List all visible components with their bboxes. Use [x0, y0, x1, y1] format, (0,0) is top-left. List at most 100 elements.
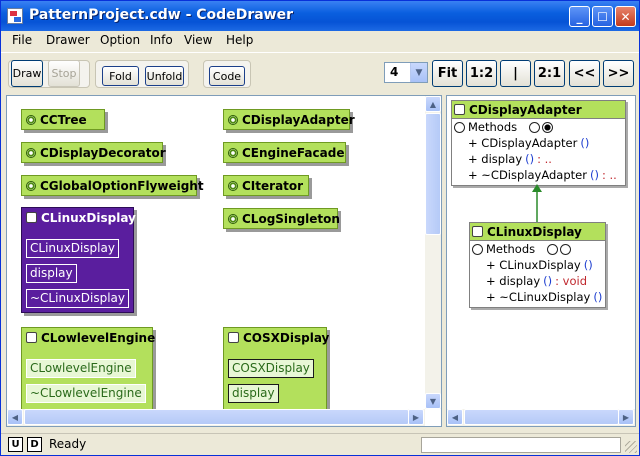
class-node[interactable]: CEngineFacade — [223, 142, 346, 163]
draw-button[interactable]: Draw — [11, 60, 43, 87]
method-params: () — [580, 136, 590, 150]
stop-button[interactable]: Stop — [48, 60, 80, 87]
next-button[interactable]: >> — [603, 60, 634, 87]
fit-button[interactable]: Fit — [432, 60, 463, 87]
maximize-button[interactable]: ☐ — [592, 6, 613, 27]
method-params: () — [593, 290, 603, 304]
window-title: PatternProject.cdw - CodeDrawer — [29, 7, 293, 23]
class-node[interactable]: CDisplayAdapter — [223, 109, 355, 130]
member-item[interactable]: CLowlevelEngine — [26, 359, 136, 378]
u-toggle[interactable]: U — [8, 437, 23, 452]
scroll-down-icon[interactable]: ▼ — [425, 393, 441, 409]
expand-icon[interactable] — [228, 332, 239, 343]
menu-file[interactable]: File — [12, 33, 32, 47]
zoom-select[interactable]: 4 ▼ — [384, 62, 428, 83]
expand-icon[interactable] — [26, 332, 37, 343]
method-name: + CLinuxDisplay — [486, 258, 581, 272]
toggle-icon[interactable] — [560, 243, 572, 255]
method-row[interactable]: + display(): void — [470, 273, 605, 289]
class-node[interactable]: CGlobalOptionFlyweight — [21, 175, 204, 196]
member-item[interactable]: display — [26, 264, 77, 283]
method-row[interactable]: + ~CLinuxDisplay() — [470, 289, 605, 305]
unfold-button[interactable]: Unfold — [145, 66, 184, 86]
resize-grip-icon[interactable] — [625, 441, 637, 453]
title-bar[interactable]: PatternProject.cdw - CodeDrawer _ ☐ ✕ — [1, 1, 639, 31]
menu-option[interactable]: Option — [100, 33, 140, 47]
status-text: Ready — [49, 437, 87, 451]
method-name: + ~CDisplayAdapter — [468, 168, 587, 182]
method-row[interactable]: + display(): .. — [452, 151, 625, 167]
horizontal-scrollbar[interactable]: ◀ ▶ — [447, 409, 635, 426]
member-item[interactable]: CLinuxDisplay — [26, 239, 119, 258]
zoom-1-2-button[interactable]: 1:2 — [466, 60, 497, 87]
inheritance-arrow — [532, 184, 542, 222]
member-item[interactable]: ~CLinuxDisplay — [26, 289, 129, 308]
chevron-down-icon[interactable]: ▼ — [410, 63, 427, 82]
scroll-thumb[interactable] — [24, 409, 409, 425]
scroll-left-icon[interactable]: ◀ — [447, 409, 463, 425]
zoom-1-1-button[interactable]: | — [500, 60, 531, 87]
zoom-value: 4 — [390, 65, 399, 79]
method-params: () — [589, 168, 599, 182]
member-item[interactable]: ~CLowlevelEngine — [26, 384, 146, 403]
class-node[interactable]: CCTree — [21, 109, 105, 130]
scroll-thumb[interactable] — [425, 113, 441, 235]
class-list-pane[interactable]: CCTree CDisplayAdapter CDisplayDecorator… — [6, 95, 442, 427]
methods-label: Methods — [468, 120, 518, 134]
method-params: () — [525, 152, 535, 166]
class-name: CDisplayAdapter — [469, 102, 582, 117]
method-name: + ~CLinuxDisplay — [486, 290, 591, 304]
menu-drawer[interactable]: Drawer — [46, 33, 90, 47]
close-button[interactable]: ✕ — [615, 6, 636, 27]
toggle-icon[interactable] — [454, 121, 465, 133]
class-name: CLowlevelEngine — [41, 330, 156, 345]
toggle-icon[interactable] — [472, 243, 483, 255]
toggle-icon[interactable] — [547, 243, 559, 255]
class-node[interactable]: CIterator — [223, 175, 309, 196]
fold-button[interactable]: Fold — [102, 66, 139, 86]
linux-display-node[interactable]: CLinuxDisplay CLinuxDisplay display ~CLi… — [21, 207, 136, 313]
horizontal-scrollbar[interactable]: ◀ ▶ — [7, 409, 425, 426]
scroll-thumb[interactable] — [464, 409, 619, 425]
class-node[interactable]: CDisplayDecorator — [21, 142, 166, 163]
status-bar: U D Ready — [1, 433, 639, 455]
minimize-button[interactable]: _ — [569, 6, 590, 27]
uml-class-linux[interactable]: CLinuxDisplay Methods + CLinuxDisplay() … — [469, 222, 606, 308]
scroll-right-icon[interactable]: ▶ — [618, 409, 634, 425]
class-name: CCTree — [40, 112, 87, 127]
uml-class-adapter[interactable]: CDisplayAdapter Methods + CDisplayAdapte… — [451, 100, 626, 186]
diagram-pane[interactable]: CDisplayAdapter Methods + CDisplayAdapte… — [446, 95, 636, 427]
code-button[interactable]: Code — [209, 66, 245, 86]
zoom-2-1-button[interactable]: 2:1 — [534, 60, 565, 87]
status-field — [421, 437, 621, 453]
method-row[interactable]: + CDisplayAdapter() — [452, 135, 625, 151]
member-item[interactable]: display — [228, 384, 279, 403]
prev-button[interactable]: << — [569, 60, 600, 87]
member-item[interactable]: COSXDisplay — [228, 359, 314, 378]
method-return: : void — [555, 274, 587, 288]
method-row[interactable]: + CLinuxDisplay() — [470, 257, 605, 273]
collapsed-node-icon — [26, 180, 36, 191]
menu-help[interactable]: Help — [226, 33, 253, 47]
collapsed-node-icon — [228, 213, 238, 224]
class-name: CDisplayDecorator — [40, 145, 166, 160]
method-name: + display — [468, 152, 523, 166]
collapse-icon[interactable] — [472, 226, 483, 237]
collapsed-node-icon — [228, 147, 238, 158]
collapsed-node-icon — [26, 147, 36, 158]
d-toggle[interactable]: D — [27, 437, 42, 452]
toggle-icon[interactable] — [529, 121, 541, 133]
menu-info[interactable]: Info — [150, 33, 173, 47]
class-node[interactable]: CLogSingleton — [223, 208, 340, 229]
method-params: () — [583, 258, 593, 272]
scroll-up-icon[interactable]: ▲ — [425, 96, 441, 112]
selected-toggle-icon[interactable] — [542, 121, 554, 133]
method-row[interactable]: + ~CDisplayAdapter(): .. — [452, 167, 625, 183]
vertical-scrollbar[interactable]: ▲ ▼ — [425, 96, 441, 409]
method-name: + display — [486, 274, 541, 288]
expand-icon[interactable] — [26, 212, 37, 223]
menu-view[interactable]: View — [184, 33, 212, 47]
scroll-left-icon[interactable]: ◀ — [7, 409, 23, 425]
collapse-icon[interactable] — [454, 104, 465, 115]
scroll-right-icon[interactable]: ▶ — [408, 409, 424, 425]
